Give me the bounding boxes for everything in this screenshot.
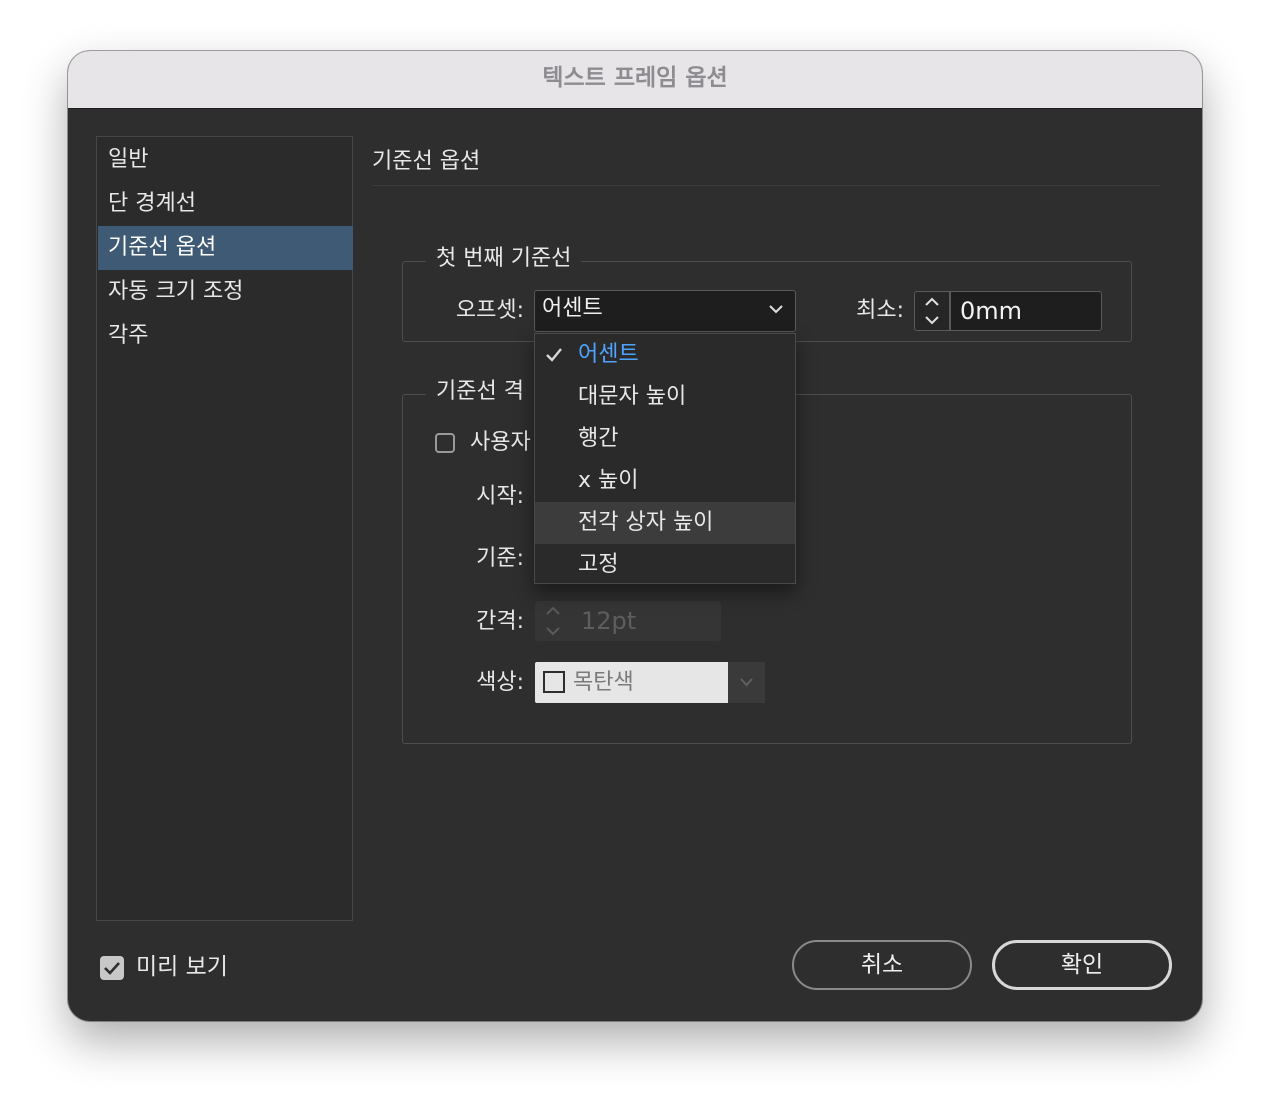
ok-button[interactable]: 확인 [992, 940, 1172, 990]
check-icon [546, 348, 562, 362]
sidebar: 일반 단 경계선 기준선 옵션 자동 크기 조정 각주 [96, 136, 353, 921]
increment-input[interactable]: 12pt [571, 601, 721, 641]
menu-item-fixed[interactable]: 고정 [535, 544, 795, 586]
dialog-title: 텍스트 프레임 옵션 [68, 51, 1202, 109]
offset-select[interactable]: 어센트 [534, 290, 796, 332]
min-stepper[interactable] [914, 291, 950, 331]
text-frame-options-dialog: 텍스트 프레임 옵션 일반 단 경계선 기준선 옵션 자동 크기 조정 각주 기… [68, 51, 1202, 1021]
sidebar-item-footnotes[interactable]: 각주 [98, 314, 353, 358]
menu-item-ascent[interactable]: 어센트 [535, 334, 795, 376]
sidebar-item-auto-size[interactable]: 자동 크기 조정 [98, 270, 353, 314]
color-dropdown-button[interactable] [728, 662, 765, 703]
offset-dropdown-menu: 어센트 대문자 높이 행간 x 높이 전각 상자 높이 고정 [534, 333, 796, 584]
menu-item-em-box-height[interactable]: 전각 상자 높이 [535, 502, 795, 544]
menu-item-x-height[interactable]: x 높이 [535, 460, 795, 502]
menu-item-cap-height[interactable]: 대문자 높이 [535, 376, 795, 418]
checkbox-icon [104, 962, 120, 975]
offset-label: 오프셋: [455, 298, 524, 323]
first-baseline-legend: 첫 번째 기준선 [426, 244, 582, 274]
sidebar-item-column-rules[interactable]: 단 경계선 [98, 182, 353, 226]
increment-label: 간격: [476, 609, 524, 634]
increment-stepper[interactable] [535, 601, 571, 641]
color-value: 목탄색 [573, 670, 634, 695]
section-title: 기준선 옵션 [372, 149, 481, 174]
section-divider [372, 185, 1160, 186]
preview-label: 미리 보기 [136, 954, 228, 980]
menu-item-leading[interactable]: 행간 [535, 418, 795, 460]
color-label: 색상: [476, 670, 524, 695]
menu-item-label: 어센트 [578, 342, 639, 367]
min-label: 최소: [856, 298, 904, 323]
custom-grid-label: 사용자 [470, 430, 531, 455]
sidebar-item-baseline-options[interactable]: 기준선 옵션 [98, 226, 353, 270]
stepper-icon [925, 297, 939, 325]
sidebar-item-general[interactable]: 일반 [98, 138, 353, 182]
chevron-down-icon [769, 305, 783, 314]
baseline-grid-legend: 기준선 격 [426, 377, 534, 407]
relative-to-label: 기준: [476, 546, 524, 571]
chevron-down-icon [740, 678, 753, 687]
custom-grid-checkbox[interactable] [435, 433, 455, 453]
cancel-button[interactable]: 취소 [792, 940, 972, 990]
preview-checkbox[interactable] [100, 956, 124, 980]
min-input[interactable]: 0mm [950, 291, 1102, 331]
offset-select-value: 어센트 [542, 296, 603, 321]
color-swatch [543, 671, 565, 693]
color-select[interactable]: 목탄색 [535, 662, 765, 703]
start-label: 시작: [476, 484, 524, 509]
stepper-icon [546, 606, 560, 636]
